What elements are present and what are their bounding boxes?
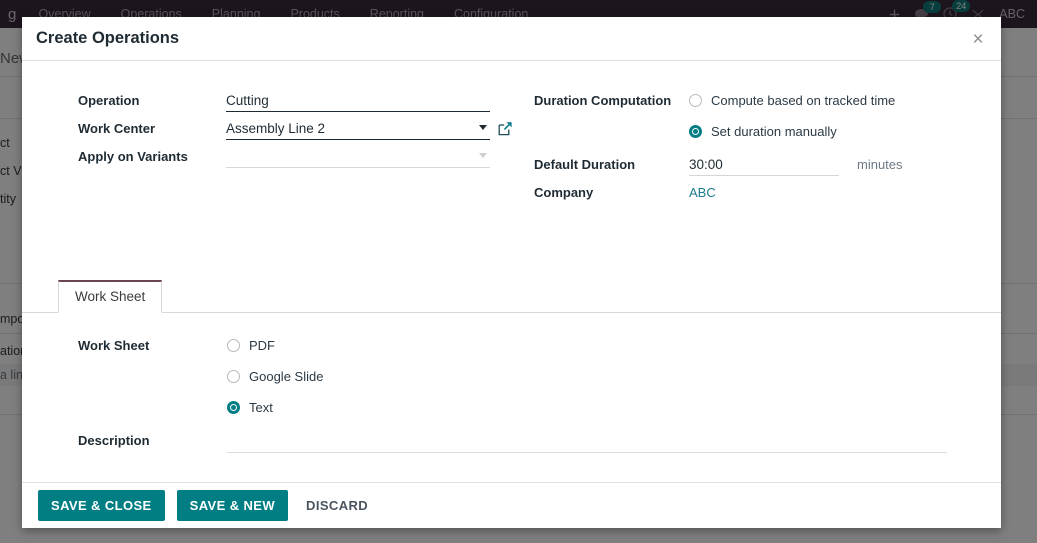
field-work-center: Work Center bbox=[78, 121, 512, 140]
radio-label-text[interactable]: Text bbox=[249, 400, 273, 415]
default-duration-unit: minutes bbox=[857, 157, 903, 172]
field-label-apply-on-variants: Apply on Variants bbox=[78, 149, 188, 164]
dialog-footer: SAVE & CLOSE SAVE & NEW DISCARD bbox=[22, 482, 1001, 528]
close-icon[interactable]: × bbox=[967, 29, 989, 51]
field-label-work-center: Work Center bbox=[78, 121, 156, 136]
radio-icon[interactable] bbox=[227, 370, 240, 383]
operation-input[interactable] bbox=[226, 93, 490, 112]
description-textarea[interactable] bbox=[227, 431, 947, 453]
radio-worksheet-pdf[interactable]: PDF bbox=[227, 338, 323, 353]
chevron-down-icon[interactable] bbox=[479, 125, 487, 130]
field-default-duration: Default Duration minutes bbox=[534, 157, 974, 176]
tab-strip: Work Sheet bbox=[22, 279, 1001, 313]
tab-work-sheet[interactable]: Work Sheet bbox=[58, 280, 163, 313]
field-company: Company ABC bbox=[534, 185, 974, 200]
discard-button[interactable]: DISCARD bbox=[300, 490, 374, 521]
field-operation: Operation bbox=[78, 93, 490, 112]
radio-icon-selected[interactable] bbox=[227, 401, 240, 414]
save-and-new-button[interactable]: SAVE & NEW bbox=[176, 490, 289, 521]
field-label-default-duration: Default Duration bbox=[534, 157, 636, 172]
notebook: Work Sheet Work Sheet PDF Google Slide T… bbox=[22, 279, 1001, 483]
field-label-work-sheet: Work Sheet bbox=[78, 338, 150, 353]
radio-icon[interactable] bbox=[227, 339, 240, 352]
radio-worksheet-google-slide[interactable]: Google Slide bbox=[227, 369, 323, 384]
company-value[interactable]: ABC bbox=[689, 185, 716, 200]
external-link-icon[interactable] bbox=[498, 121, 513, 139]
apply-on-variants-input[interactable] bbox=[226, 149, 490, 168]
radio-set-duration-manually[interactable]: Set duration manually bbox=[689, 124, 895, 139]
radio-icon-selected[interactable] bbox=[689, 125, 702, 138]
save-and-close-button[interactable]: SAVE & CLOSE bbox=[38, 490, 165, 521]
radio-label-compute-tracked-time[interactable]: Compute based on tracked time bbox=[711, 93, 895, 108]
form-top-section: Operation Work Center bbox=[22, 61, 1001, 221]
work-center-input[interactable] bbox=[226, 121, 490, 140]
default-duration-input[interactable] bbox=[689, 157, 839, 176]
radio-compute-tracked-time[interactable]: Compute based on tracked time bbox=[689, 93, 895, 108]
radio-label-pdf[interactable]: PDF bbox=[249, 338, 275, 353]
radio-icon[interactable] bbox=[689, 94, 702, 107]
dialog-body: Operation Work Center bbox=[22, 61, 1001, 481]
field-apply-on-variants: Apply on Variants bbox=[78, 149, 490, 168]
tab-page-work-sheet: Work Sheet PDF Google Slide Text Descrip… bbox=[22, 313, 1001, 483]
field-description: Description bbox=[78, 431, 948, 456]
radio-label-set-duration-manually[interactable]: Set duration manually bbox=[711, 124, 837, 139]
dialog-title: Create Operations bbox=[36, 29, 180, 47]
field-label-duration-computation: Duration Computation bbox=[534, 93, 672, 108]
chevron-down-icon[interactable] bbox=[479, 153, 487, 158]
field-label-operation: Operation bbox=[78, 93, 140, 108]
field-duration-computation: Duration Computation Compute based on tr… bbox=[534, 93, 974, 139]
radio-label-google-slide[interactable]: Google Slide bbox=[249, 369, 323, 384]
field-label-description: Description bbox=[78, 433, 150, 448]
dialog-header: Create Operations × bbox=[22, 17, 1001, 61]
create-operations-dialog: Create Operations × Operation Work Cente… bbox=[22, 17, 1001, 528]
field-work-sheet: Work Sheet PDF Google Slide Text bbox=[78, 338, 878, 415]
radio-worksheet-text[interactable]: Text bbox=[227, 400, 323, 415]
field-label-company: Company bbox=[534, 185, 594, 200]
